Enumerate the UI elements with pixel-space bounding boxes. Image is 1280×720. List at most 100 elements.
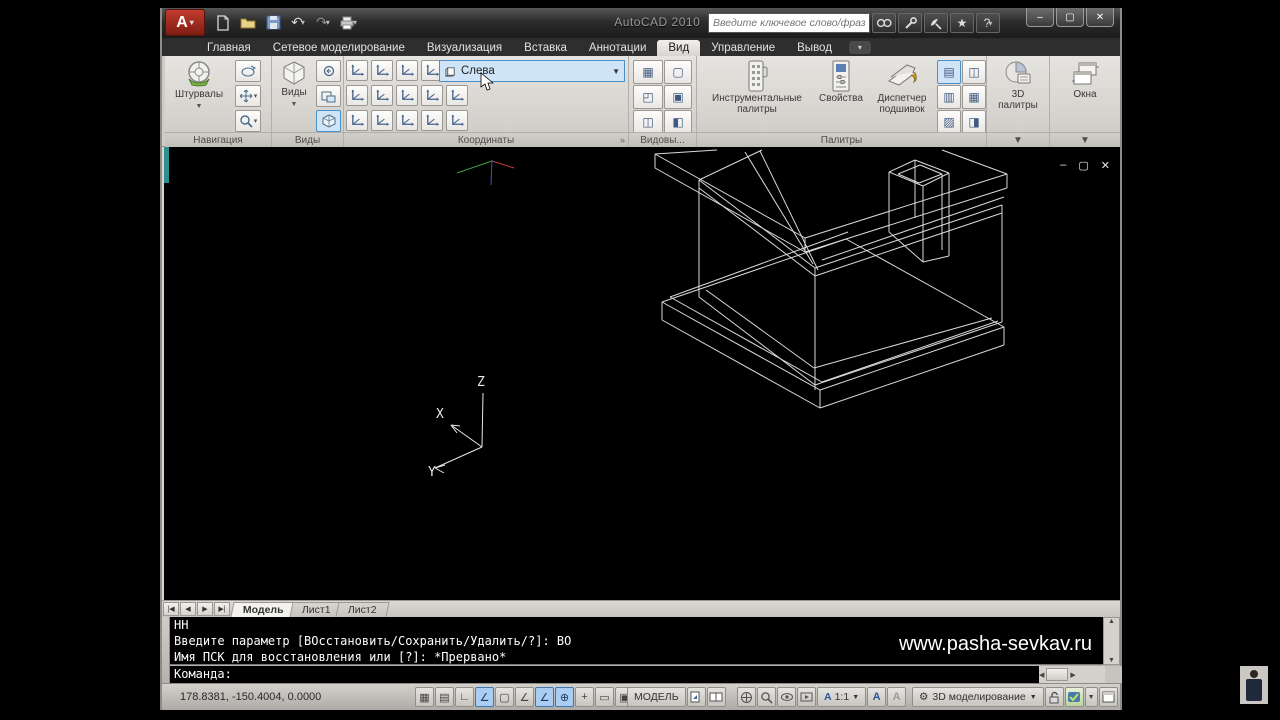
scroll-up-icon[interactable]: ▲ <box>1108 618 1115 625</box>
undo-button[interactable]: ↶▾ <box>287 12 309 33</box>
panel-label-viewports[interactable]: Видовы... <box>629 132 696 147</box>
annotation-scale-caret-icon[interactable]: ▼ <box>852 694 859 701</box>
doc-minimize-icon[interactable]: – <box>1060 159 1066 172</box>
ribbon-tab-1[interactable]: Главная <box>196 40 262 56</box>
ucs-rotate-z-button[interactable] <box>396 85 418 106</box>
restore-button[interactable]: ▢ <box>1056 8 1084 27</box>
save-button[interactable] <box>262 12 284 33</box>
coordinate-readout[interactable]: 178.8381, -150.4004, 0.0000 <box>180 691 321 703</box>
minimize-button[interactable]: – <box>1026 8 1054 27</box>
search-icon[interactable] <box>872 13 896 33</box>
workspace-caret-icon[interactable]: ▼ <box>1030 694 1037 701</box>
command-input-line[interactable]: Команда: <box>170 666 1039 683</box>
ribbon-tab-2[interactable]: Сетевое моделирование <box>262 40 416 56</box>
undo-caret-icon[interactable]: ▾ <box>301 18 305 27</box>
palette-tool-4[interactable]: ▦ <box>962 85 986 109</box>
workspace-switcher[interactable]: ⚙ 3D моделирование ▼ <box>912 687 1044 707</box>
panel-expand-icon[interactable]: » <box>620 135 625 145</box>
ucs-3point-button[interactable] <box>421 110 443 131</box>
communication-center-icon[interactable] <box>924 13 948 33</box>
ucs-object-button[interactable] <box>371 110 393 131</box>
ucs-named-button[interactable] <box>371 60 393 81</box>
viewport-tool-1[interactable]: ▦ <box>633 60 663 84</box>
application-menu-button[interactable]: A▾ <box>165 9 205 36</box>
views-button[interactable]: Виды▼ <box>274 59 314 110</box>
plot-caret-icon[interactable]: ▾ <box>353 18 357 27</box>
performance-tuner-button[interactable] <box>1065 687 1084 707</box>
zoom-button[interactable]: ▾ <box>235 110 261 132</box>
pan-button[interactable]: ▾ <box>235 85 261 107</box>
close-button[interactable]: ✕ <box>1086 8 1114 27</box>
viewport-tool-5[interactable]: ◫ <box>633 110 663 134</box>
ribbon-tab-7[interactable]: Управление <box>700 40 786 56</box>
subscription-wrench-icon[interactable] <box>898 13 922 33</box>
3d-palettes-button[interactable]: 3Dпалитры <box>991 59 1045 111</box>
doc-restore-icon[interactable]: ▢ <box>1078 159 1088 172</box>
command-window-grip[interactable] <box>162 617 170 683</box>
ribbon-minimize-icon[interactable]: ▾ <box>849 41 871 54</box>
viewport-tool-4[interactable]: ▣ <box>664 85 692 109</box>
snap-toggle[interactable]: ▦ <box>415 687 434 707</box>
layout-nav-1[interactable]: |◀ <box>163 602 179 616</box>
view-cube-button[interactable] <box>316 110 341 132</box>
grid-toggle[interactable]: ▤ <box>435 687 454 707</box>
dynamic-input-toggle[interactable]: + <box>575 687 594 707</box>
dynamic-ucs-toggle[interactable]: ⊕ <box>555 687 574 707</box>
viewport-tool-2[interactable]: ▢ <box>664 60 692 84</box>
scroll-right-icon[interactable]: ▶ <box>1070 671 1075 679</box>
properties-button[interactable]: Свойства <box>815 59 867 104</box>
orbit-button[interactable] <box>235 60 261 82</box>
restore-viewport-button[interactable] <box>316 85 341 107</box>
tool-palettes-button[interactable]: Инструментальныепалитры <box>707 59 807 115</box>
steering-wheels-button[interactable]: Штурвалы▼ <box>169 59 229 112</box>
annotation-visibility-button[interactable]: A <box>867 687 886 707</box>
annotation-scale-control[interactable]: А 1:1 ▼ <box>817 687 866 707</box>
ucs-world-button[interactable] <box>396 60 418 81</box>
viewport-tool-3[interactable]: ◰ <box>633 85 663 109</box>
panel-label-palettes[interactable]: Палитры <box>697 132 986 147</box>
drawing-viewport[interactable]: – ▢ ✕ Z X Y <box>164 147 1120 600</box>
quick-view-layouts-button[interactable] <box>687 687 706 707</box>
show-motion-icon[interactable] <box>797 687 816 707</box>
windows-button[interactable]: Окна <box>1058 59 1112 100</box>
panel-label-3d-palettes[interactable]: ▼ <box>987 132 1049 147</box>
scrollbar-thumb[interactable] <box>1046 668 1068 681</box>
ucs-face-button[interactable] <box>396 110 418 131</box>
redo-button[interactable]: ↷▾ <box>312 12 334 33</box>
command-horizontal-scrollbar[interactable]: ◀ ▶ <box>1039 666 1105 683</box>
panel-label-coordinates[interactable]: Координаты» <box>344 132 628 147</box>
ucs-restore-button[interactable] <box>446 110 468 131</box>
scroll-left-icon[interactable]: ◀ <box>1039 671 1044 679</box>
panel-label-navigation[interactable]: Навигация <box>165 132 271 147</box>
object-snap-tracking-toggle[interactable]: ∠ <box>535 687 554 707</box>
ucs-rotate-y-button[interactable] <box>371 85 393 106</box>
status-zoom-icon[interactable] <box>757 687 776 707</box>
view-dropdown[interactable]: Слева ▼ <box>439 60 625 82</box>
panel-label-windows[interactable]: ▼ <box>1050 132 1120 147</box>
ribbon-tab-6[interactable]: Вид <box>657 40 700 56</box>
command-vertical-scrollbar[interactable]: ▲ ▼ <box>1103 617 1120 665</box>
ucs-rotate-x-button[interactable] <box>346 85 368 106</box>
status-menu-caret-icon[interactable]: ▼ <box>1085 687 1098 707</box>
palette-tool-6[interactable]: ◨ <box>962 110 986 134</box>
ucs-button[interactable] <box>346 60 368 81</box>
ucs-origin-button[interactable] <box>346 110 368 131</box>
layout-nav-4[interactable]: ▶| <box>214 602 230 616</box>
ucs-previous-button[interactable] <box>446 85 468 106</box>
lineweight-toggle[interactable]: ▭ <box>595 687 614 707</box>
layout-tab-3[interactable]: Лист2 <box>336 602 390 617</box>
clean-screen-button[interactable] <box>1099 687 1118 707</box>
ucs-z-axis-button[interactable] <box>421 85 443 106</box>
infocenter-search-input[interactable] <box>708 13 870 33</box>
ribbon-tab-3[interactable]: Визуализация <box>416 40 513 56</box>
doc-close-icon[interactable]: ✕ <box>1101 159 1110 172</box>
scroll-down-icon[interactable]: ▼ <box>1108 657 1115 664</box>
status-steering-wheel-icon[interactable] <box>737 687 756 707</box>
palette-tool-2[interactable]: ◫ <box>962 60 986 84</box>
plot-button[interactable]: ▾ <box>337 12 359 33</box>
help-caret-icon[interactable]: ▾ <box>988 19 992 28</box>
object-snap-toggle[interactable]: ▢ <box>495 687 514 707</box>
previous-view-button[interactable] <box>316 60 341 82</box>
redo-caret-icon[interactable]: ▾ <box>326 18 330 27</box>
lock-button[interactable] <box>1045 687 1064 707</box>
